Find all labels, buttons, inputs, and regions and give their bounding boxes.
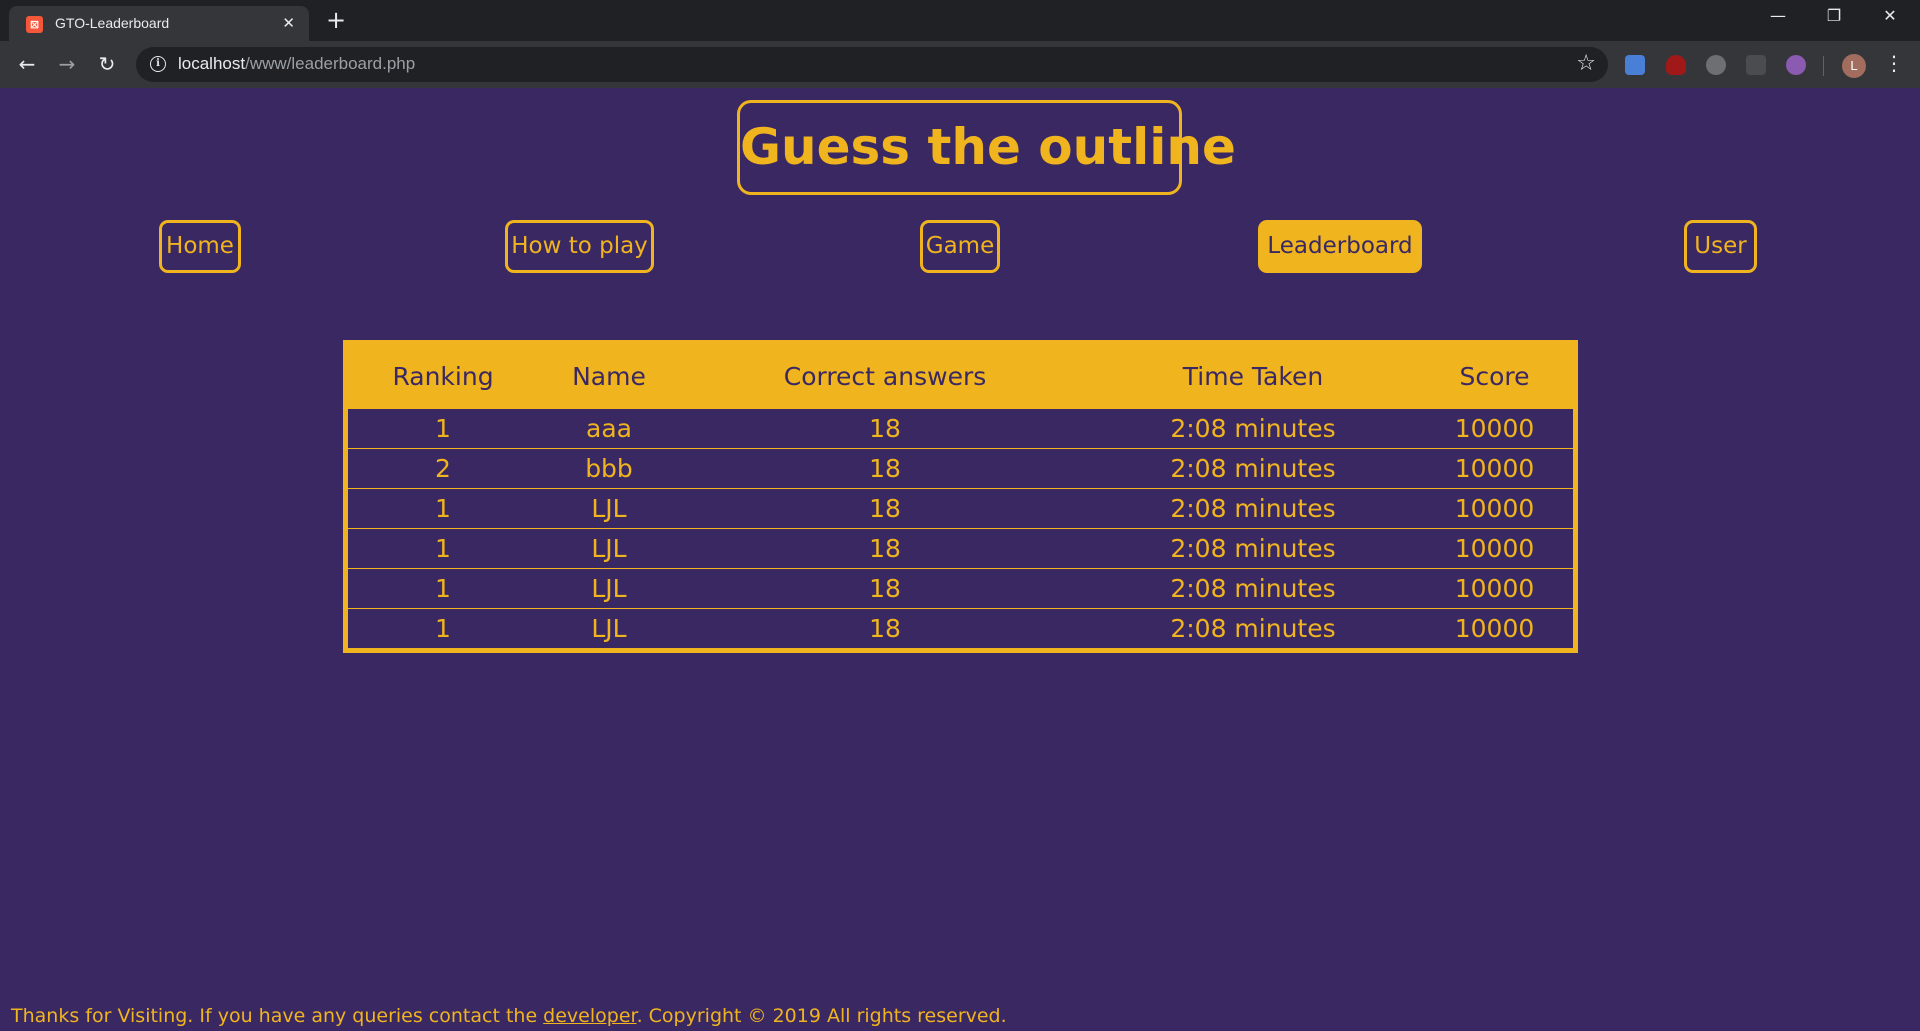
nav-how-to-play-button[interactable]: How to play <box>505 220 654 273</box>
cell-correct: 18 <box>680 487 1090 528</box>
table-row: 1 LJL 18 2:08 minutes 10000 <box>348 487 1573 528</box>
cell-score: 10000 <box>1416 487 1573 528</box>
address-bar[interactable]: i localhost/www/leaderboard.php ☆ <box>136 47 1608 82</box>
cell-score: 10000 <box>1416 567 1573 608</box>
table-header-row: Ranking Name Correct answers Time Taken … <box>348 345 1573 408</box>
nav-leaderboard-button[interactable]: Leaderboard <box>1258 220 1422 273</box>
xampp-favicon-icon: ⊠ <box>26 16 43 33</box>
minimize-icon[interactable]: — <box>1766 6 1790 25</box>
google-translate-icon[interactable] <box>1625 55 1645 75</box>
nav-game-button[interactable]: Game <box>920 220 1000 273</box>
menu-icon[interactable]: ⋮ <box>1884 51 1904 75</box>
restore-icon[interactable]: ❐ <box>1822 6 1846 25</box>
url-text[interactable]: localhost/www/leaderboard.php <box>178 54 415 74</box>
ublock-icon[interactable] <box>1666 55 1686 75</box>
header-ranking: Ranking <box>348 345 538 408</box>
table-row: 2 bbb 18 2:08 minutes 10000 <box>348 447 1573 488</box>
cell-ranking: 1 <box>348 527 538 568</box>
cell-name: aaa <box>538 407 680 448</box>
cell-score: 10000 <box>1416 607 1573 648</box>
page-content: Guess the outline Home How to play Game … <box>0 88 1920 1031</box>
cell-correct: 18 <box>680 567 1090 608</box>
browser-toolbar: ← → ↻ i localhost/www/leaderboard.php ☆ … <box>0 41 1920 88</box>
leaderboard-table: Ranking Name Correct answers Time Taken … <box>343 340 1578 653</box>
cell-correct: 18 <box>680 447 1090 488</box>
reload-icon[interactable]: ↻ <box>95 52 119 76</box>
cell-score: 10000 <box>1416 407 1573 448</box>
browser-tab-bar: ⊠ GTO-Leaderboard ✕ + — ❐ ✕ <box>0 0 1920 41</box>
table-row: 1 aaa 18 2:08 minutes 10000 <box>348 407 1573 448</box>
cell-ranking: 1 <box>348 407 538 448</box>
toolbar-divider <box>1823 56 1824 76</box>
new-tab-icon[interactable]: + <box>326 7 346 33</box>
cell-ranking: 2 <box>348 447 538 488</box>
header-correct-answers: Correct answers <box>680 345 1090 408</box>
url-path: /www/leaderboard.php <box>245 54 416 73</box>
forward-icon[interactable]: → <box>55 52 79 76</box>
cell-time: 2:08 minutes <box>1090 407 1416 448</box>
extension-icon[interactable] <box>1746 55 1766 75</box>
cell-time: 2:08 minutes <box>1090 567 1416 608</box>
back-icon[interactable]: ← <box>15 52 39 76</box>
footer-text-after: . Copyright © 2019 All rights reserved. <box>636 1005 1007 1027</box>
page-title: Guess the outline <box>737 100 1236 195</box>
cell-time: 2:08 minutes <box>1090 607 1416 648</box>
cell-time: 2:08 minutes <box>1090 447 1416 488</box>
cell-time: 2:08 minutes <box>1090 487 1416 528</box>
bookmark-star-icon[interactable]: ☆ <box>1576 51 1596 76</box>
cell-score: 10000 <box>1416 447 1573 488</box>
browser-tab[interactable]: ⊠ GTO-Leaderboard ✕ <box>9 6 309 41</box>
nav-user-button[interactable]: User <box>1684 220 1757 273</box>
footer-text-before: Thanks for Visiting. If you have any que… <box>11 1005 544 1027</box>
cell-ranking: 1 <box>348 567 538 608</box>
header-score: Score <box>1416 345 1573 408</box>
cell-name: LJL <box>538 527 680 568</box>
table-row: 1 LJL 18 2:08 minutes 10000 <box>348 607 1573 648</box>
developer-link[interactable]: developer <box>543 1005 636 1027</box>
header-name: Name <box>538 345 680 408</box>
cell-correct: 18 <box>680 607 1090 648</box>
tab-title: GTO-Leaderboard <box>55 15 170 31</box>
header-time-taken: Time Taken <box>1090 345 1416 408</box>
cell-correct: 18 <box>680 407 1090 448</box>
extension-icon[interactable] <box>1786 55 1806 75</box>
cell-correct: 18 <box>680 527 1090 568</box>
url-host: localhost <box>178 54 246 73</box>
cell-name: LJL <box>538 567 680 608</box>
table-row: 1 LJL 18 2:08 minutes 10000 <box>348 527 1573 568</box>
profile-avatar[interactable]: L <box>1842 54 1866 78</box>
table-row: 1 LJL 18 2:08 minutes 10000 <box>348 567 1573 608</box>
cell-ranking: 1 <box>348 607 538 648</box>
extension-icon[interactable] <box>1706 55 1726 75</box>
cell-name: LJL <box>538 607 680 648</box>
cell-score: 10000 <box>1416 527 1573 568</box>
tab-close-icon[interactable]: ✕ <box>282 14 295 32</box>
cell-name: bbb <box>538 447 680 488</box>
cell-ranking: 1 <box>348 487 538 528</box>
cell-time: 2:08 minutes <box>1090 527 1416 568</box>
cell-name: LJL <box>538 487 680 528</box>
footer: Thanks for Visiting. If you have any que… <box>11 1005 1007 1027</box>
window-close-icon[interactable]: ✕ <box>1878 6 1902 25</box>
nav-home-button[interactable]: Home <box>159 220 241 273</box>
info-icon[interactable]: i <box>150 56 166 72</box>
